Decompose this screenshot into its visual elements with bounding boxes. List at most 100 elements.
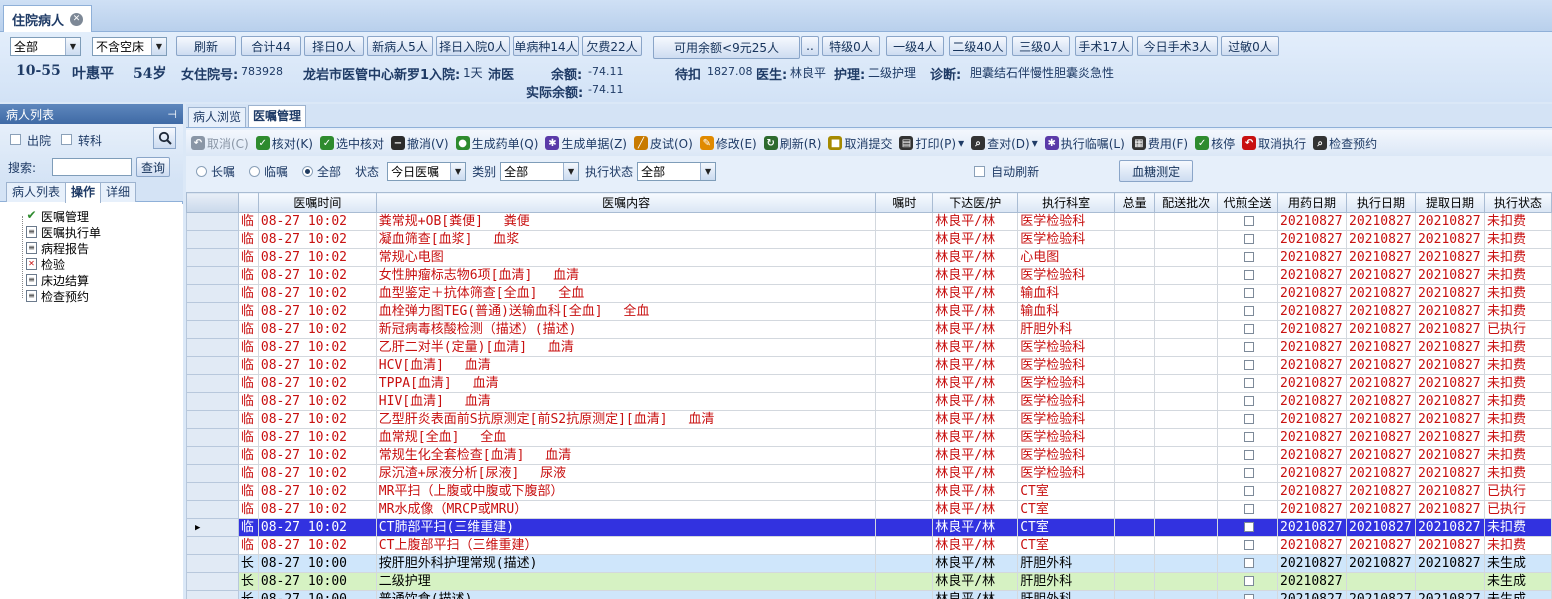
use-cell[interactable]: 20210827 — [1277, 374, 1347, 393]
toolbar-item-dropdown[interactable]: ▾ — [1032, 136, 1038, 150]
empty-cell[interactable] — [875, 554, 934, 573]
status-cell[interactable]: 未扣费 — [1483, 536, 1552, 555]
empty-cell[interactable] — [875, 302, 934, 321]
fetch-cell[interactable]: 20210827 — [1414, 446, 1485, 465]
doctor-cell[interactable]: 林良平/林 — [932, 518, 1019, 537]
fetch-cell[interactable] — [1414, 572, 1485, 591]
doctor-cell[interactable]: 林良平/林 — [932, 572, 1019, 591]
type-cell[interactable]: 临 — [237, 284, 259, 303]
decoction-cell[interactable] — [1217, 410, 1279, 429]
toolbar-item-refresh[interactable]: ↻ 刷新(R) — [763, 135, 821, 152]
use-cell[interactable]: 20210827 — [1277, 518, 1347, 537]
table-row[interactable]: 临 08-27 10:02 新冠病毒核酸检测（描述）(描述) 林良平/林 肝胆外科 202… — [186, 320, 1552, 339]
column-header-content[interactable]: 医嘱内容 — [375, 192, 877, 213]
exec-cell[interactable]: 20210827 — [1346, 446, 1416, 465]
fetch-cell[interactable]: 20210827 — [1414, 464, 1485, 483]
decoction-checkbox[interactable] — [1243, 360, 1254, 370]
row-indicator[interactable] — [186, 536, 239, 555]
doctor-cell[interactable]: 林良平/林 — [932, 302, 1019, 321]
empty-cell[interactable] — [1114, 320, 1156, 339]
time-cell[interactable]: 08-27 10:02 — [257, 428, 377, 447]
toolbar-item-printer[interactable]: ▤ 打印(P) — [899, 135, 956, 152]
status-cell[interactable]: 已执行 — [1483, 482, 1552, 501]
empty-cell[interactable] — [1114, 284, 1156, 303]
empty-cell[interactable] — [1154, 428, 1219, 447]
row-indicator[interactable] — [186, 446, 239, 465]
type-cell[interactable]: 临 — [237, 392, 259, 411]
empty-cell[interactable] — [1114, 500, 1156, 519]
empty-cell[interactable] — [875, 266, 934, 285]
tree-item-order-sheet[interactable]: ≡ 医嘱执行单 — [26, 224, 101, 240]
exec-status-select[interactable]: 全部 ▼ — [637, 161, 717, 181]
row-indicator[interactable] — [186, 554, 239, 573]
column-header-fetch-date[interactable]: 提取日期 — [1414, 192, 1485, 213]
dept-cell[interactable]: 肝胆外科 — [1017, 590, 1116, 599]
status-cell[interactable]: 未扣费 — [1483, 266, 1552, 285]
table-row[interactable]: 临 08-27 10:02 HIV[血清] 血清 林良平/林 医学检验科 20210827… — [186, 392, 1552, 411]
empty-cell[interactable] — [875, 320, 934, 339]
type-cell[interactable]: 临 — [237, 410, 259, 429]
row-indicator[interactable] — [186, 572, 239, 591]
decoction-checkbox[interactable] — [1243, 414, 1254, 424]
status-cell[interactable]: 未生成 — [1483, 572, 1552, 591]
status-cell[interactable]: 未扣费 — [1483, 428, 1552, 447]
content-cell[interactable]: 粪常规+OB[粪便] 粪便 — [375, 212, 877, 231]
tab-patient-browse[interactable]: 病人浏览 — [188, 107, 247, 127]
tab-operations[interactable]: 操作 — [65, 182, 102, 203]
dept-cell[interactable]: 肝胆外科 — [1017, 554, 1116, 573]
column-header-decoction[interactable]: 代煎全送 — [1217, 192, 1279, 213]
type-cell[interactable]: 临 — [237, 320, 259, 339]
fetch-cell[interactable]: 20210827 — [1414, 536, 1485, 555]
toolbar-item-magnifier[interactable]: ⌕ 查对(D) — [971, 135, 1030, 152]
empty-cell[interactable] — [875, 410, 934, 429]
content-cell[interactable]: 乙肝二对半(定量)[血清] 血清 — [375, 338, 877, 357]
decoction-cell[interactable] — [1217, 284, 1279, 303]
dept-cell[interactable]: 医学检验科 — [1017, 356, 1116, 375]
type-cell[interactable]: 临 — [237, 446, 259, 465]
time-cell[interactable]: 08-27 10:02 — [257, 500, 377, 519]
empty-cell[interactable] — [1154, 536, 1219, 555]
status-cell[interactable]: 未生成 — [1483, 554, 1552, 573]
exec-cell[interactable]: 20210827 — [1346, 464, 1416, 483]
toolbar-item-minus-circle[interactable]: − 撤消(V) — [391, 135, 449, 152]
exec-cell[interactable]: 20210827 — [1346, 248, 1416, 267]
table-row[interactable]: 临 08-27 10:02 TPPA[血清] 血清 林良平/林 医学检验科 2021082… — [186, 374, 1552, 393]
table-row[interactable]: 临 08-27 10:02 乙型肝炎表面前S抗原测定[前S2抗原测定][血清] 血清… — [186, 410, 1552, 429]
content-cell[interactable]: 凝血筛查[血浆] 血浆 — [375, 230, 877, 249]
type-cell[interactable]: 临 — [237, 428, 259, 447]
scheduled-button[interactable]: 择日0人 — [304, 36, 364, 56]
content-cell[interactable]: 常规心电图 — [375, 248, 877, 267]
row-indicator[interactable] — [186, 284, 239, 303]
row-indicator[interactable] — [186, 356, 239, 375]
exec-cell[interactable]: 20210827 — [1346, 356, 1416, 375]
decoction-cell[interactable] — [1217, 302, 1279, 321]
empty-cell[interactable] — [1154, 266, 1219, 285]
column-header-batch[interactable]: 配送批次 — [1154, 192, 1219, 213]
time-cell[interactable]: 08-27 10:02 — [257, 302, 377, 321]
toolbar-item-check-selected[interactable]: ✓ 选中核对 — [319, 135, 384, 152]
empty-cell[interactable] — [1154, 572, 1219, 591]
content-cell[interactable]: CT肺部平扫(三维重建) — [375, 518, 877, 537]
content-cell[interactable]: TPPA[血清] 血清 — [375, 374, 877, 393]
time-cell[interactable]: 08-27 10:02 — [257, 284, 377, 303]
empty-cell[interactable] — [1114, 338, 1156, 357]
use-cell[interactable]: 20210827 — [1277, 230, 1347, 249]
toolbar-item-stop-check[interactable]: ✓ 核停 — [1195, 135, 1235, 152]
table-row[interactable]: 临 08-27 10:02 血栓弹力图TEG(普通)送输血科[全血] 全血 林良平/林… — [186, 302, 1552, 321]
table-row[interactable]: 临 08-27 10:02 常规生化全套检查[血清] 血清 林良平/林 医学检验科 202… — [186, 446, 1552, 465]
content-cell[interactable]: 血型鉴定＋抗体筛查[全血] 全血 — [375, 284, 877, 303]
doctor-cell[interactable]: 林良平/林 — [932, 500, 1019, 519]
time-cell[interactable]: 08-27 10:02 — [257, 482, 377, 501]
transfer-checkbox[interactable] — [61, 134, 72, 145]
empty-cell[interactable] — [875, 338, 934, 357]
column-header-exec-date[interactable]: 执行日期 — [1346, 192, 1416, 213]
toolbar-item-dropdown[interactable]: ▾ — [958, 136, 964, 150]
low-balance-button[interactable]: 可用余额<9元25人 — [653, 36, 800, 59]
fetch-cell[interactable]: 20210827 — [1414, 248, 1485, 267]
decoction-checkbox[interactable] — [1243, 432, 1254, 442]
status-cell[interactable]: 未扣费 — [1483, 518, 1552, 537]
decoction-checkbox[interactable] — [1243, 450, 1254, 460]
grade-one-button[interactable]: 一级4人 — [886, 36, 944, 56]
dept-cell[interactable]: 输血科 — [1017, 284, 1116, 303]
decoction-checkbox[interactable] — [1243, 468, 1254, 478]
